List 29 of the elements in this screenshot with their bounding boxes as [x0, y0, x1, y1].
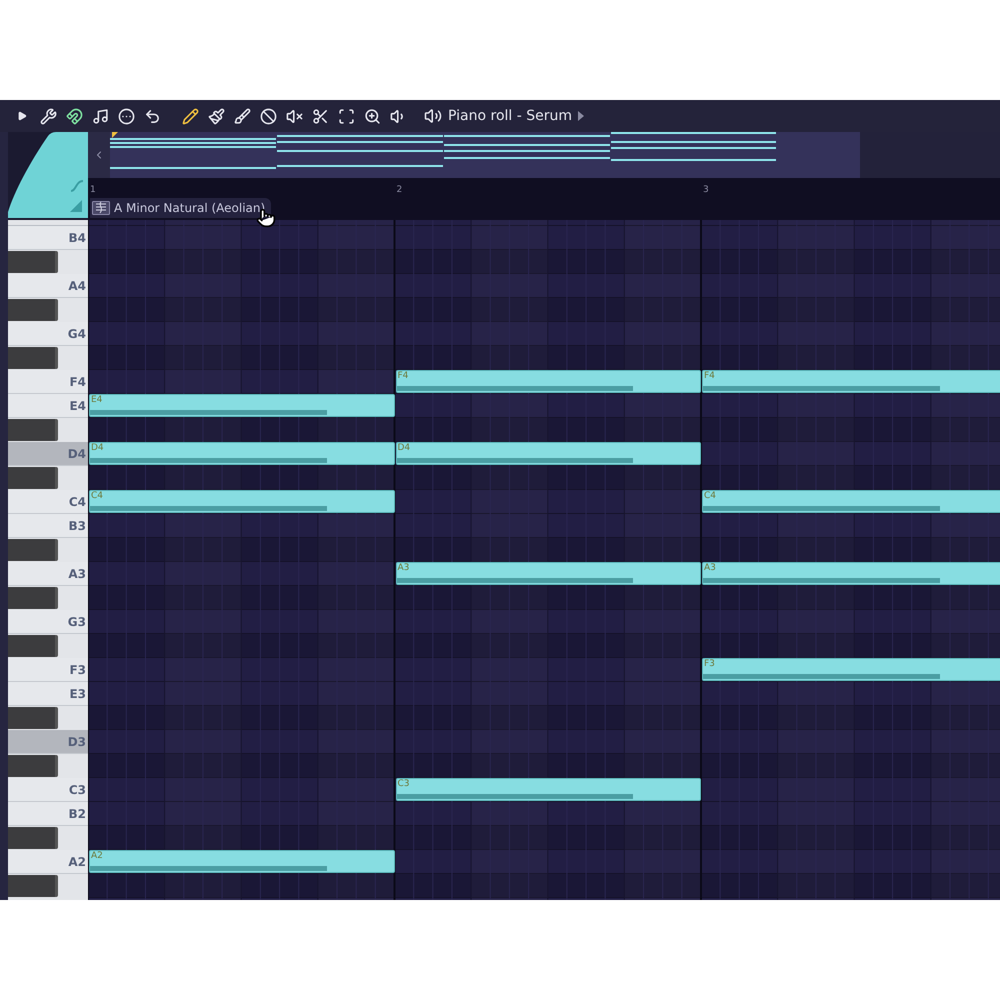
- note-block[interactable]: D4: [396, 442, 701, 465]
- pencil-tool-icon[interactable]: [180, 106, 200, 126]
- ban-tool-icon[interactable]: [258, 106, 278, 126]
- bar-number: 3: [703, 184, 709, 197]
- brush-tool-icon[interactable]: [206, 106, 226, 126]
- bar-number: 1: [90, 184, 96, 197]
- note-block[interactable]: C4: [702, 490, 1000, 513]
- note-block[interactable]: A3: [396, 562, 701, 585]
- note-block[interactable]: E4: [89, 394, 394, 417]
- brush-plus-tool-icon[interactable]: [232, 106, 252, 126]
- speaker-icon[interactable]: [424, 107, 442, 125]
- piano-key[interactable]: D4: [8, 442, 88, 466]
- note-block[interactable]: F4: [702, 370, 1000, 393]
- bar-number: 2: [396, 184, 402, 197]
- piano-key[interactable]: D3: [8, 730, 88, 754]
- note-block[interactable]: A2: [89, 850, 394, 873]
- note-block[interactable]: D4: [89, 442, 394, 465]
- magnet-tool-icon[interactable]: [64, 106, 84, 126]
- menu-tool-icon[interactable]: [116, 106, 136, 126]
- wrench-tool-icon[interactable]: [38, 106, 58, 126]
- window-title: Piano roll - Serum: [448, 106, 572, 126]
- note-block[interactable]: F4: [396, 370, 701, 393]
- note-block[interactable]: A3: [702, 562, 1000, 585]
- expand-arrow-icon[interactable]: [578, 111, 584, 121]
- note-block[interactable]: C3: [396, 778, 701, 801]
- note-block[interactable]: F3: [702, 658, 1000, 681]
- clef-icon: [92, 201, 110, 215]
- scale-tag[interactable]: A Minor Natural (Aeolian): [90, 198, 272, 218]
- note-block[interactable]: C4: [89, 490, 394, 513]
